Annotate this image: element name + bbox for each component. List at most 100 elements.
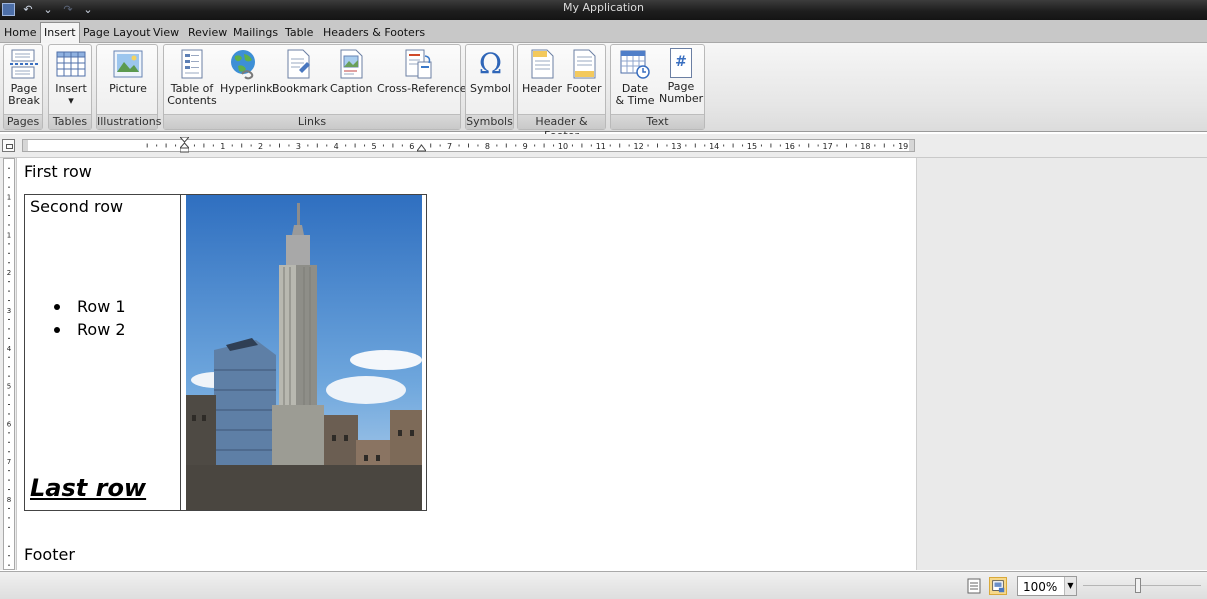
- hash-glyph: #: [675, 54, 687, 70]
- first-row-text[interactable]: First row: [24, 162, 92, 181]
- footer-text[interactable]: Footer: [24, 545, 75, 564]
- header-button[interactable]: Header: [521, 48, 563, 95]
- vertical-ruler-track: 1 1 2 3 4 5 6 7 8: [3, 158, 15, 570]
- date-time-button[interactable]: Date & Time: [614, 48, 656, 107]
- footer-icon: [573, 49, 596, 79]
- vruler-number: 3: [7, 307, 11, 315]
- last-row-text[interactable]: Last row: [30, 474, 146, 502]
- tab-selector[interactable]: [2, 139, 15, 152]
- group-pages: Page Break Pages: [3, 44, 43, 130]
- tab-view[interactable]: View: [150, 23, 182, 43]
- tab-table[interactable]: Table: [282, 23, 316, 43]
- ribbon: Page Break Pages Insert ▾ Tables Picture…: [0, 43, 1207, 142]
- chevron-down-icon[interactable]: ▼: [1064, 577, 1076, 595]
- bookmark-button[interactable]: Bookmark: [272, 48, 328, 95]
- bookmark-icon: [287, 49, 310, 79]
- list-item[interactable]: Row 1: [54, 297, 126, 320]
- footer-button[interactable]: Footer: [564, 48, 604, 95]
- ruler-number: 11: [596, 142, 606, 151]
- document-area[interactable]: First row Second row Row 1 Row 2 Last ro…: [18, 158, 1207, 570]
- vertical-ruler[interactable]: 1 1 2 3 4 5 6 7 8: [0, 158, 17, 570]
- date-time-label-2: & Time: [615, 94, 655, 107]
- cross-reference-icon: [405, 49, 432, 79]
- ruler-number: 15: [747, 142, 757, 151]
- zoom-slider-thumb[interactable]: [1135, 578, 1142, 593]
- document-table[interactable]: Second row Row 1 Row 2 Last row: [24, 194, 427, 511]
- ruler-number: 1: [220, 142, 225, 151]
- table-icon: [56, 51, 86, 77]
- group-text: Date & Time # Page Number Text: [610, 44, 705, 130]
- toc-label-2: Contents: [167, 94, 217, 107]
- group-tables: Insert ▾ Tables: [48, 44, 92, 130]
- second-row-text[interactable]: Second row: [30, 197, 123, 216]
- header-icon: [531, 49, 554, 79]
- ruler-number: 4: [334, 142, 339, 151]
- page[interactable]: First row Second row Row 1 Row 2 Last ro…: [18, 158, 917, 570]
- vruler-number: 8: [7, 496, 11, 504]
- tab-headers-footers[interactable]: Headers & Footers: [320, 23, 428, 43]
- group-header-footer: Header Footer Header & Footer: [517, 44, 606, 142]
- vruler-number: 1: [7, 231, 11, 239]
- vruler-number: 1: [7, 194, 11, 202]
- table-cell-image[interactable]: [182, 195, 426, 510]
- first-line-indent-marker[interactable]: [180, 137, 189, 153]
- ruler-number: 17: [823, 142, 833, 151]
- table-of-contents-button[interactable]: Table of Contents: [167, 48, 217, 107]
- ruler-bar: 1234567891011121314151617181920212223: [0, 134, 1207, 158]
- page-number-label-2: Number: [659, 92, 704, 105]
- bullet-list[interactable]: Row 1 Row 2: [54, 297, 126, 343]
- ruler-ticks: 1234567891011121314151617181920212223: [146, 142, 908, 151]
- vertical-ruler-ticks: 1 1 2 3 4 5 6 7 8: [7, 167, 12, 566]
- hyperlink-label: Hyperlink: [220, 82, 273, 95]
- tab-page-layout[interactable]: Page Layout: [80, 23, 154, 43]
- group-symbols: Ω Symbol Symbols: [465, 44, 514, 130]
- picture-label: Picture: [109, 82, 147, 95]
- zoom-value: 100%: [1023, 580, 1058, 594]
- cross-reference-button[interactable]: Cross-Reference: [377, 48, 467, 95]
- page-number-button[interactable]: # Page Number: [659, 48, 703, 105]
- title-bar: ↶ ⌄ ↷ ⌄ My Application: [0, 0, 1207, 20]
- skyscraper-photo[interactable]: [186, 195, 422, 510]
- group-illustrations: Picture Illustrations: [96, 44, 161, 130]
- page-break-button[interactable]: Page Break: [6, 48, 42, 107]
- bookmark-label: Bookmark: [272, 82, 328, 95]
- tab-review[interactable]: Review: [185, 23, 230, 43]
- picture-icon: [113, 50, 143, 78]
- ruler-number: 2: [258, 142, 263, 151]
- status-bar: 100% ▼: [0, 571, 1207, 599]
- ruler-number: 8: [485, 142, 490, 151]
- list-item[interactable]: Row 2: [54, 320, 126, 343]
- symbol-label: Symbol: [470, 82, 511, 95]
- caption-label: Caption: [330, 82, 373, 95]
- zoom-select[interactable]: 100% ▼: [1017, 576, 1077, 596]
- draft-view-icon[interactable]: [965, 577, 983, 595]
- date-time-icon: [620, 50, 650, 79]
- ruler-number: 9: [523, 142, 528, 151]
- window-title: My Application: [563, 1, 644, 14]
- ruler-number: 10: [558, 142, 568, 151]
- group-label-tables: Tables: [49, 114, 91, 129]
- tab-insert[interactable]: Insert: [40, 22, 80, 44]
- page-break-icon: [10, 49, 38, 79]
- table-of-contents-icon: [181, 49, 203, 79]
- vruler-number: 5: [7, 383, 11, 391]
- group-label-text: Text: [611, 114, 704, 129]
- ruler-number: 18: [860, 142, 870, 151]
- hyperlink-button[interactable]: Hyperlink: [220, 48, 273, 95]
- print-layout-view-icon[interactable]: [989, 577, 1007, 595]
- insert-table-button[interactable]: Insert ▾: [52, 48, 90, 107]
- tab-home[interactable]: Home: [1, 23, 39, 43]
- ruler-number: 19: [898, 142, 908, 151]
- symbol-button[interactable]: Ω Symbol: [469, 48, 512, 95]
- tab-mailings[interactable]: Mailings: [230, 23, 281, 43]
- zoom-slider[interactable]: [1083, 585, 1201, 586]
- hyperlink-icon: [231, 50, 255, 80]
- picture-button[interactable]: Picture: [107, 48, 149, 95]
- right-indent-marker[interactable]: [417, 142, 426, 152]
- header-label: Header: [521, 82, 563, 95]
- horizontal-ruler[interactable]: 1234567891011121314151617181920212223: [22, 137, 915, 153]
- table-cell-text[interactable]: Second row Row 1 Row 2 Last row: [25, 195, 181, 510]
- group-label-symbols: Symbols: [466, 114, 513, 129]
- ruler-number: 12: [634, 142, 644, 151]
- caption-button[interactable]: Caption: [330, 48, 372, 95]
